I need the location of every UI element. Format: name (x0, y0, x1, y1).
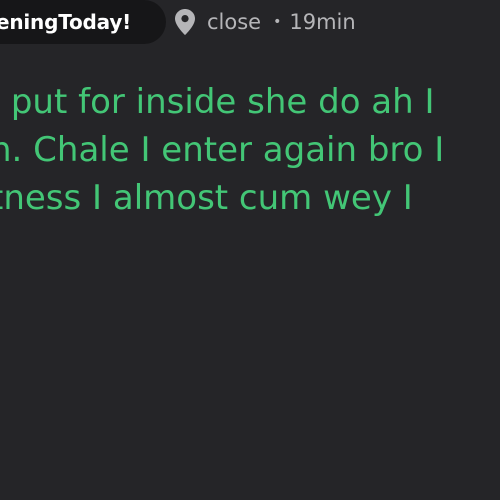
post-text-line: I put for inside she do ah I (0, 82, 435, 122)
channel-tag[interactable]: eningToday! (0, 0, 166, 44)
meta-separator: • (273, 14, 282, 30)
post-screen: eningToday! close • 19min I put for insi… (0, 0, 500, 500)
post-text-line: tness I almost cum wey I (0, 178, 413, 218)
location-label: close (207, 10, 262, 34)
channel-name[interactable]: eningToday! (0, 10, 131, 34)
location-pin-icon (175, 9, 195, 35)
post-text-line: n. Chale I enter again bro I (0, 130, 445, 170)
post-meta: close • 19min (175, 6, 356, 38)
post-text: I put for inside she do ah I n. Chale I … (0, 78, 500, 222)
post-time: 19min (289, 10, 356, 34)
